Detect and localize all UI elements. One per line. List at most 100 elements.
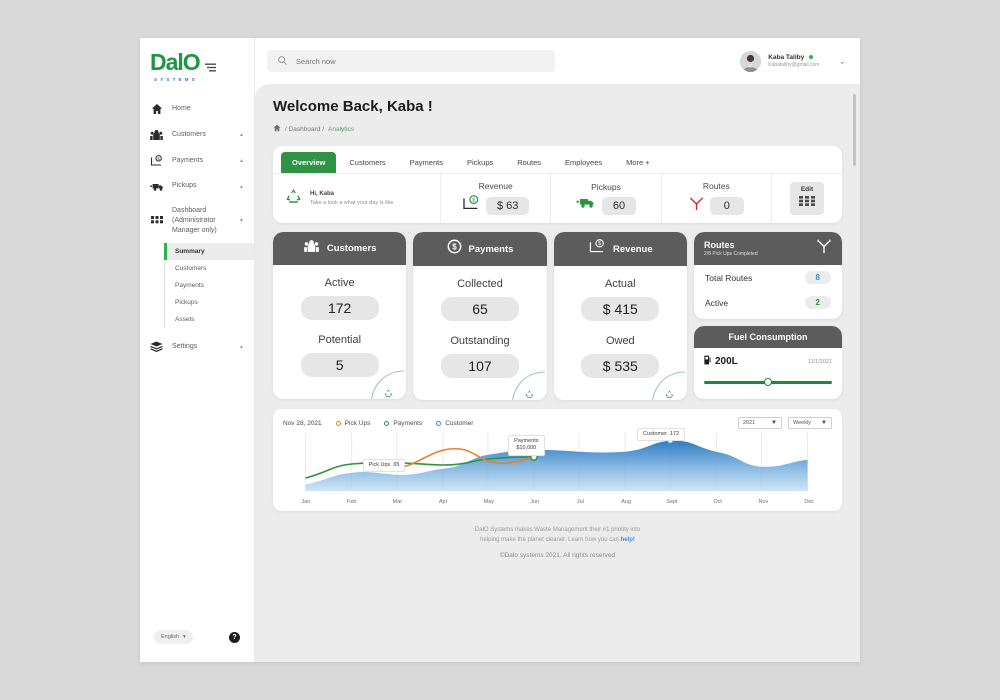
x-tick: Apr [438, 499, 448, 505]
tab-overview[interactable]: Overview [281, 152, 337, 173]
kpi-header: $ Revenue [553, 232, 687, 266]
x-tick: Jul [576, 499, 584, 505]
sidebar-item-home[interactable]: Home [140, 96, 254, 122]
footer-help-link[interactable]: help! [621, 537, 635, 543]
search-input[interactable] [296, 56, 544, 66]
sidebar-item-label: Home [172, 104, 191, 112]
sidebar-item-dashboard[interactable]: Dashboard (Administrator Manager only) ▼ [140, 199, 254, 243]
help-icon[interactable]: ? [229, 631, 240, 643]
sidebar-subitem-customers[interactable]: Customers [165, 260, 254, 277]
footer-line-2: helping make the planet cleaner. Learn h… [480, 537, 619, 544]
tooltip-value: 65 [393, 462, 400, 468]
summary-stat-row: 0 [689, 195, 744, 216]
legend-label: Pick Ups [344, 419, 371, 427]
app-window: DalO SYSTEMS Home Customers ▲ $ Payments… [140, 38, 860, 662]
tab-payments[interactable]: Payments [399, 152, 454, 173]
footer: DalO Systems makes Waste Management thei… [273, 511, 842, 559]
slider-thumb[interactable] [763, 378, 772, 386]
summary-stat-label: Routes [702, 181, 730, 191]
sidebar-item-pickups[interactable]: Pickups ▲ [140, 174, 254, 199]
year-select-value: 2021 [743, 420, 756, 426]
sidebar-item-settings[interactable]: Settings ▲ [140, 334, 254, 359]
chevron-down-icon[interactable]: ⌄ [838, 56, 846, 67]
x-tick: Aug [621, 499, 632, 505]
vertical-scrollbar[interactable] [853, 94, 856, 166]
language-select[interactable]: English ▾ [154, 630, 193, 644]
kpi-card-revenue: $ Revenue Actual $ 415 Owed $ 535 [553, 232, 687, 400]
kpi-header: $ Payments [413, 232, 547, 266]
content-area: Welcome Back, Kaba ! / Dashboard / Analy… [255, 84, 860, 662]
year-select[interactable]: 2021 ▼ [738, 417, 782, 429]
fuel-amount-row: 200L [704, 355, 738, 368]
chevron-down-icon: ▼ [771, 420, 777, 426]
sidebar-subitem-assets[interactable]: Assets [165, 311, 254, 328]
chevron-up-icon[interactable]: ▲ [239, 344, 246, 350]
home-icon[interactable] [273, 124, 281, 134]
sidebar-item-label: Dashboard (Administrator Manager only) [172, 207, 217, 235]
chart-controls: 2021 ▼ Weekly ▼ [738, 417, 832, 429]
fuel-slider[interactable] [703, 377, 832, 387]
chart-toolbar: Nov 28, 2021 Pick Ups Payments Customer [283, 417, 832, 429]
search-bar[interactable] [267, 50, 555, 72]
home-icon [149, 103, 164, 115]
tab-customers[interactable]: Customers [338, 152, 396, 173]
logo[interactable]: DalO SYSTEMS [140, 38, 254, 82]
x-tick: May [483, 499, 495, 505]
summary-stat-value: 0 [709, 196, 744, 215]
tooltip-payments: Payments $10,000 [508, 435, 545, 456]
kpi-row-label: Collected [457, 278, 503, 290]
routes-row-label: Total Routes [704, 272, 753, 283]
kpi-card-customers: Customers Active 172 Potential 5 [273, 232, 407, 399]
tab-more[interactable]: More + [615, 152, 661, 173]
routes-row-total: Total Routes 8 [694, 265, 842, 290]
tooltip-pickups: Pick Ups 65 [362, 459, 406, 473]
edit-button[interactable]: Edit [789, 182, 824, 215]
breadcrumb-current[interactable]: Analytics [328, 126, 354, 133]
profile-menu[interactable]: Kaba Taliby Kabataliby@gmail.com ⌄ [740, 50, 846, 72]
svg-text:$: $ [598, 241, 601, 247]
grid-icon [798, 193, 815, 210]
chevron-up-icon[interactable]: ▲ [239, 184, 246, 190]
chevron-down-icon[interactable]: ▼ [239, 218, 246, 224]
sidebar-item-label: Customers [172, 130, 206, 138]
edit-cell: Edit [772, 174, 842, 223]
sidebar-subitem-payments[interactable]: Payments [165, 277, 254, 294]
layers-icon [149, 341, 164, 353]
tab-pickups[interactable]: Pickups [456, 152, 504, 173]
legend-item-customer[interactable]: Customer [436, 420, 473, 427]
sidebar-subitem-pickups[interactable]: Pickups [165, 294, 254, 311]
recycle-icon [285, 188, 302, 209]
sidebar-item-customers[interactable]: Customers ▲ [140, 122, 254, 148]
chevron-up-icon[interactable]: ▲ [239, 158, 246, 164]
summary-stat-label: Revenue [478, 181, 513, 191]
svg-text:$: $ [452, 242, 457, 251]
chevron-up-icon[interactable]: ▲ [239, 132, 246, 138]
sidebar-item-label: Payments [172, 156, 204, 164]
legend-item-pickups[interactable]: Pick Ups [335, 419, 371, 427]
period-select[interactable]: Weekly ▼ [788, 417, 832, 429]
sidebar-footer: English ▾ ? [140, 630, 254, 662]
fuel-body: 200L 11/1/2021 [694, 348, 842, 399]
menu-collapse-icon[interactable] [204, 59, 216, 77]
sidebar-subitem-summary[interactable]: Summary [164, 243, 254, 261]
fuel-title: Fuel Consumption [693, 326, 842, 348]
x-tick: Sept [666, 499, 678, 505]
routes-row-value: 8 [804, 271, 831, 284]
legend-item-payments[interactable]: Payments [384, 420, 422, 427]
revenue-icon: $ [588, 239, 606, 259]
profile-name: Kaba Taliby [768, 53, 805, 61]
tab-employees[interactable]: Employees [554, 152, 613, 173]
sidebar: DalO SYSTEMS Home Customers ▲ $ Payments… [140, 38, 255, 662]
kpi-row-value: 5 [300, 353, 379, 377]
summary-stat-pickups: Pickups 60 [551, 174, 662, 223]
kpi-cards: Customers Active 172 Potential 5 $ Payme… [273, 232, 842, 400]
analytics-chart-card: Nov 28, 2021 Pick Ups Payments Customer [273, 409, 842, 511]
fuel-top-row: 200L 11/1/2021 [704, 355, 832, 368]
logo-tagline: SYSTEMS [154, 77, 198, 82]
kpi-card-payments: $ Payments Collected 65 Outstanding 107 [413, 232, 547, 400]
sidebar-item-payments[interactable]: $ Payments ▲ [140, 148, 254, 174]
x-tick: Oct [713, 499, 722, 505]
tab-routes[interactable]: Routes [506, 152, 552, 173]
sidebar-subnav: Summary Customers Payments Pickups Asset… [164, 243, 254, 329]
dollar-circle-icon: $ [447, 239, 462, 259]
